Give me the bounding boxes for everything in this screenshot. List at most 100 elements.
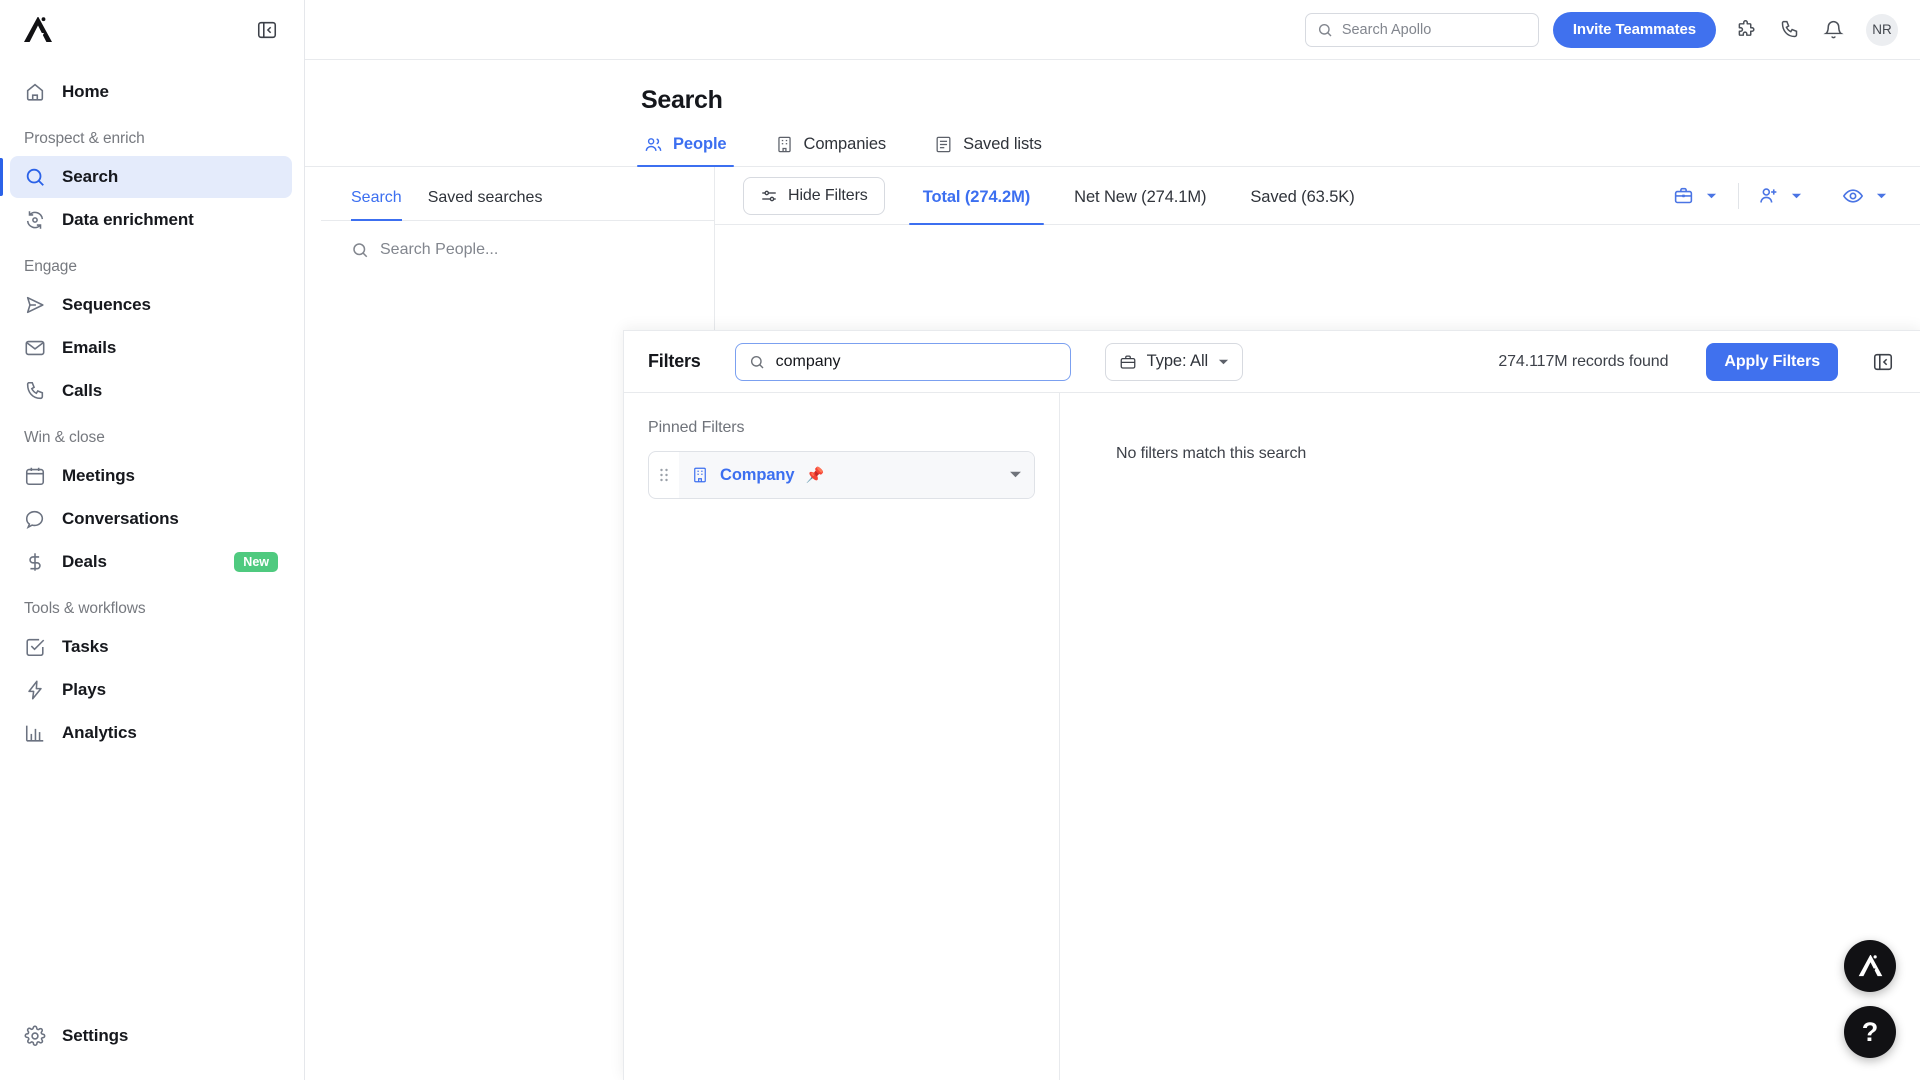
integrations-button[interactable] bbox=[1730, 15, 1760, 45]
stat-tab-total[interactable]: Total (274.2M) bbox=[908, 188, 1045, 225]
eye-icon bbox=[1842, 188, 1864, 203]
briefcase-action-button[interactable] bbox=[1668, 181, 1698, 211]
tab-saved-lists[interactable]: Saved lists bbox=[931, 135, 1045, 166]
building-icon bbox=[694, 467, 706, 483]
chevron-down-icon bbox=[1876, 193, 1886, 198]
chevron-down-icon bbox=[1791, 193, 1801, 198]
sidebar-item-calls[interactable]: Calls bbox=[10, 370, 292, 412]
send-icon bbox=[26, 296, 44, 314]
tab-search[interactable]: Search bbox=[351, 189, 402, 221]
help-fab[interactable]: ? bbox=[1844, 1006, 1896, 1058]
toolbar-actions bbox=[1668, 181, 1894, 211]
sidebar-item-conversations[interactable]: Conversations bbox=[10, 498, 292, 540]
home-icon bbox=[26, 83, 44, 101]
chevron-down-icon bbox=[1219, 359, 1229, 364]
phone-icon bbox=[26, 381, 44, 400]
status-badge: New bbox=[234, 551, 278, 573]
page-header: Search bbox=[305, 60, 1920, 115]
invite-teammates-button[interactable]: Invite Teammates bbox=[1552, 11, 1716, 48]
sidebar-collapse-button[interactable] bbox=[254, 17, 280, 43]
briefcase-icon bbox=[1674, 187, 1692, 204]
sidebar-item-label: Plays bbox=[62, 680, 106, 699]
results-toolbar: Hide Filters Total (274.2M) Net New (274… bbox=[715, 167, 1920, 225]
stat-tab-saved[interactable]: Saved (63.5K) bbox=[1244, 188, 1360, 224]
filters-panel-body: Pinned Filters Company 📌 No filters matc… bbox=[624, 393, 1920, 1080]
sidebar-item-search[interactable]: Search bbox=[0, 156, 292, 198]
sidebar-item-meetings[interactable]: Meetings bbox=[10, 455, 292, 497]
hide-filters-button[interactable]: Hide Filters bbox=[743, 176, 885, 215]
dialer-button[interactable] bbox=[1774, 15, 1804, 45]
sidebar-item-emails[interactable]: Emails bbox=[10, 327, 292, 369]
filter-search-input[interactable]: company bbox=[734, 342, 1071, 381]
sidebar-item-home[interactable]: Home bbox=[10, 71, 292, 113]
search-people-input[interactable]: Search People... bbox=[321, 221, 714, 279]
filters-results-section: No filters match this search bbox=[1060, 393, 1920, 1080]
sidebar-item-deals[interactable]: Deals New bbox=[10, 541, 292, 583]
tab-label: Companies bbox=[803, 135, 887, 153]
notifications-button[interactable] bbox=[1818, 15, 1848, 45]
search-icon bbox=[26, 168, 44, 186]
briefcase-icon bbox=[1120, 355, 1136, 369]
chat-bubble-icon bbox=[25, 510, 44, 529]
filters-panel: Filters company Type: All 274.117M recor… bbox=[623, 330, 1920, 1080]
sidebar-item-tasks[interactable]: Tasks bbox=[10, 626, 292, 668]
briefcase-dropdown-button[interactable] bbox=[1698, 183, 1724, 209]
page-tabs: People Companies Saved lists bbox=[305, 135, 1920, 167]
sidebar-item-label: Deals bbox=[62, 552, 107, 571]
pinned-filters-section: Pinned Filters Company 📌 bbox=[624, 393, 1060, 1080]
search-icon bbox=[1318, 23, 1332, 36]
pinned-filter-body[interactable]: Company 📌 bbox=[679, 452, 1034, 498]
envelope-icon bbox=[25, 340, 45, 356]
sidebar-item-label: Home bbox=[62, 82, 109, 101]
page-title: Search bbox=[641, 86, 723, 114]
filters-collapse-button[interactable] bbox=[1872, 351, 1894, 373]
sidebar-nav: Home Prospect & enrich Search Data enric… bbox=[0, 60, 304, 1014]
filter-type-dropdown[interactable]: Type: All bbox=[1104, 342, 1244, 381]
apollo-assistant-fab[interactable] bbox=[1844, 940, 1896, 992]
visibility-dropdown-button[interactable] bbox=[1868, 183, 1894, 209]
pin-icon: 📌 bbox=[805, 467, 825, 484]
apollo-logo-icon bbox=[1858, 955, 1882, 977]
sidebar-group-label: Engage bbox=[24, 258, 77, 275]
drag-handle-icon[interactable] bbox=[649, 467, 679, 483]
filter-type-label: Type: All bbox=[1146, 352, 1209, 370]
apply-filters-button[interactable]: Apply Filters bbox=[1706, 342, 1838, 381]
sidebar-item-label: Data enrichment bbox=[62, 210, 194, 229]
tab-label: Saved lists bbox=[963, 135, 1042, 153]
bar-chart-icon bbox=[25, 725, 44, 742]
search-icon bbox=[353, 243, 368, 258]
panel-collapse-icon bbox=[1873, 353, 1893, 370]
add-person-dropdown-button[interactable] bbox=[1783, 183, 1809, 209]
pinned-filter-expand-button[interactable] bbox=[1009, 466, 1022, 484]
apollo-logo-icon[interactable] bbox=[22, 15, 54, 45]
search-icon bbox=[750, 355, 764, 368]
sidebar: Home Prospect & enrich Search Data enric… bbox=[0, 0, 305, 1080]
pinned-filter-company[interactable]: Company 📌 bbox=[648, 451, 1035, 499]
tab-companies[interactable]: Companies bbox=[772, 135, 890, 166]
floating-action-buttons: ? bbox=[1844, 940, 1896, 1058]
sidebar-item-label: Tasks bbox=[62, 637, 109, 656]
avatar[interactable]: NR bbox=[1866, 13, 1898, 46]
apollo-app: Home Prospect & enrich Search Data enric… bbox=[0, 0, 1920, 1080]
stat-tab-net-new[interactable]: Net New (274.1M) bbox=[1068, 188, 1212, 224]
tab-people[interactable]: People bbox=[637, 135, 734, 167]
tab-saved-searches[interactable]: Saved searches bbox=[428, 189, 543, 220]
refresh-data-icon bbox=[26, 211, 44, 229]
records-found-text: 274.117M records found bbox=[1498, 352, 1669, 370]
sidebar-item-settings[interactable]: Settings bbox=[10, 1015, 292, 1057]
drag-dots-icon bbox=[660, 468, 668, 482]
sidebar-group-label: Tools & workflows bbox=[24, 600, 146, 617]
sidebar-item-plays[interactable]: Plays bbox=[10, 669, 292, 711]
search-panel-tabs: Search Saved searches bbox=[321, 167, 714, 221]
sidebar-item-label: Calls bbox=[62, 381, 103, 400]
calendar-icon bbox=[25, 467, 45, 486]
visibility-action-button[interactable] bbox=[1838, 181, 1868, 211]
add-person-action-button[interactable] bbox=[1753, 181, 1783, 211]
sidebar-item-data-enrichment[interactable]: Data enrichment bbox=[10, 199, 292, 241]
sidebar-item-sequences[interactable]: Sequences bbox=[10, 284, 292, 326]
sidebar-item-analytics[interactable]: Analytics bbox=[10, 712, 292, 754]
sidebar-item-label: Analytics bbox=[62, 723, 137, 742]
chevron-down-icon bbox=[1706, 193, 1716, 198]
sidebar-item-label: Meetings bbox=[62, 466, 135, 485]
global-search-input[interactable]: Search Apollo bbox=[1304, 12, 1539, 47]
